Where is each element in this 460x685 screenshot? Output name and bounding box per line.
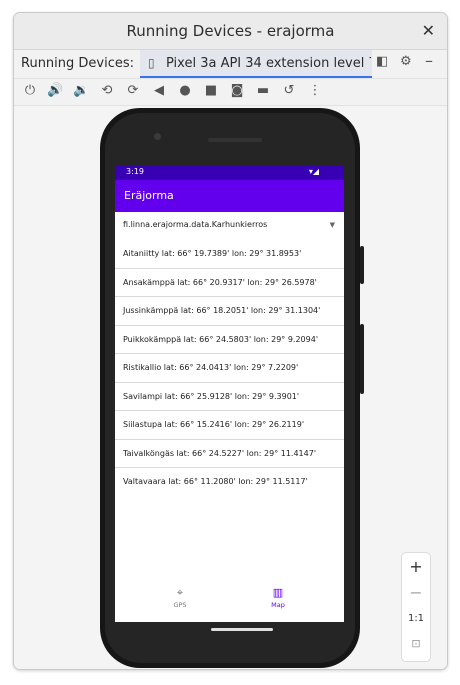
device-tab-label: Pixel 3a API 34 extension level 7 x86 [166, 56, 371, 71]
list-item[interactable]: Jussinkämppä lat: 66° 18.2051' lon: 29° … [115, 297, 344, 326]
status-bar: 3:19 ▾◢ [115, 166, 344, 180]
home-icon[interactable]: ● [177, 83, 193, 98]
fit-screen-icon[interactable]: ⊡ [402, 637, 430, 650]
rotate-right-icon[interactable]: ⟳ [125, 83, 141, 98]
front-camera [154, 133, 161, 140]
dropdown-value: fi.linna.erajorma.data.Karhunkierros [123, 220, 268, 229]
running-devices-window: Running Devices - erajorma ✕ Running Dev… [13, 12, 448, 670]
nav-item-gps[interactable]: ⌖ GPS [150, 586, 210, 610]
minimize-icon[interactable]: – [425, 51, 433, 70]
volume-up-icon[interactable]: 🔊 [47, 83, 63, 98]
app-bar: Eräjorma [115, 180, 344, 212]
list-item-text: Taivalköngäs lat: 66° 24.5227' lon: 29° … [123, 448, 317, 458]
close-window-button[interactable]: ✕ [422, 21, 435, 40]
nav-label-map: Map [271, 601, 285, 609]
rotate-left-icon[interactable]: ⟲ [99, 83, 115, 98]
overview-icon[interactable]: ■ [203, 83, 219, 98]
list-item[interactable]: Ansakämppä lat: 66° 20.9317' lon: 29° 26… [115, 269, 344, 297]
running-devices-label: Running Devices: [21, 56, 135, 71]
power-icon[interactable]: ⏻ [22, 83, 38, 98]
list-item-text: Ristikallio lat: 66° 24.0413' lon: 29° 7… [123, 363, 299, 372]
list-item[interactable]: Puikkokämppä lat: 66° 24.5803' lon: 29° … [115, 326, 344, 354]
list-item-text: Siilastupa lat: 66° 15.2416' lon: 29° 26… [123, 420, 305, 429]
gesture-home-bar[interactable] [211, 628, 273, 631]
list-item[interactable]: Valtavaara lat: 66° 11.2080' lon: 29° 11… [115, 468, 344, 497]
back-icon[interactable]: ◀ [151, 83, 167, 98]
phone-icon: ▯ [148, 56, 155, 70]
window-title: Running Devices - erajorma [126, 22, 335, 40]
signal-icon: ▾◢ [308, 167, 319, 176]
nav-label-gps: GPS [173, 601, 187, 609]
list-item-text: Savilampi lat: 66° 25.9128' lon: 29° 9.3… [123, 391, 300, 401]
record-icon[interactable]: ▬ [255, 83, 271, 98]
list-item[interactable]: Savilampi lat: 66° 25.9128' lon: 29° 9.3… [115, 383, 344, 411]
list-item[interactable]: Taivalköngäs lat: 66° 24.5227' lon: 29° … [115, 440, 344, 468]
list-item[interactable]: Siilastupa lat: 66° 15.2416' lon: 29° 26… [115, 411, 344, 440]
zoom-controls: + − 1:1 ⊡ [401, 552, 431, 662]
gear-icon[interactable]: ⚙ [400, 54, 412, 69]
gps-icon: ⌖ [176, 586, 184, 599]
device-display-area: 3:19 ▾◢ Eräjorma fi.linna.erajorma.data.… [14, 106, 447, 669]
screenshot-icon[interactable]: ◙ [229, 83, 245, 98]
side-button-volume[interactable] [360, 324, 364, 394]
list-item[interactable]: Ristikallio lat: 66° 24.0413' lon: 29° 7… [115, 354, 344, 383]
device-tab[interactable]: ▯ Pixel 3a API 34 extension level 7 x86 [140, 50, 372, 78]
device-screen[interactable]: 3:19 ▾◢ Eräjorma fi.linna.erajorma.data.… [115, 166, 344, 622]
device-toolbar: ⏻ 🔊 🔉 ⟲ ⟳ ◀ ● ■ ◙ ▬ ↺ ⋮ [14, 79, 447, 106]
zoom-in-button[interactable]: + [402, 557, 430, 576]
place-list: Aitaniitty lat: 66° 19.7389' lon: 29° 31… [115, 240, 344, 497]
nav-item-map[interactable]: ▥ Map [248, 586, 308, 610]
map-icon: ▥ [272, 586, 284, 599]
zoom-actual-size-button[interactable]: 1:1 [402, 613, 430, 624]
list-item-text: Puikkokämppä lat: 66° 24.5803' lon: 29° … [123, 334, 319, 344]
reset-icon[interactable]: ↺ [281, 83, 297, 98]
list-item-text: Jussinkämppä lat: 66° 18.2051' lon: 29° … [123, 306, 321, 315]
route-dropdown[interactable]: fi.linna.erajorma.data.Karhunkierros ▼ [115, 218, 344, 236]
list-item-text: Aitaniitty lat: 66° 19.7389' lon: 29° 31… [123, 249, 302, 258]
list-item-text: Ansakämppä lat: 66° 20.9317' lon: 29° 26… [123, 277, 317, 287]
volume-down-icon[interactable]: 🔉 [73, 83, 89, 98]
title-bar: Running Devices - erajorma ✕ [14, 13, 447, 50]
more-icon[interactable]: ⋮ [307, 83, 323, 98]
bottom-navigation: ⌖ GPS ▥ Map [115, 582, 344, 622]
list-item[interactable]: Aitaniitty lat: 66° 19.7389' lon: 29° 31… [115, 240, 344, 269]
side-button-power[interactable] [360, 246, 364, 284]
app-title: Eräjorma [124, 189, 174, 202]
earpiece [208, 138, 262, 142]
dropdown-arrow-icon: ▼ [329, 221, 335, 229]
list-item-text: Valtavaara lat: 66° 11.2080' lon: 29° 11… [123, 477, 308, 486]
zoom-out-button[interactable]: − [402, 583, 430, 602]
status-time: 3:19 [126, 167, 144, 176]
restore-icon[interactable]: ◧ [376, 54, 388, 69]
device-tabs-row: Running Devices: ▯ Pixel 3a API 34 exten… [14, 50, 447, 79]
